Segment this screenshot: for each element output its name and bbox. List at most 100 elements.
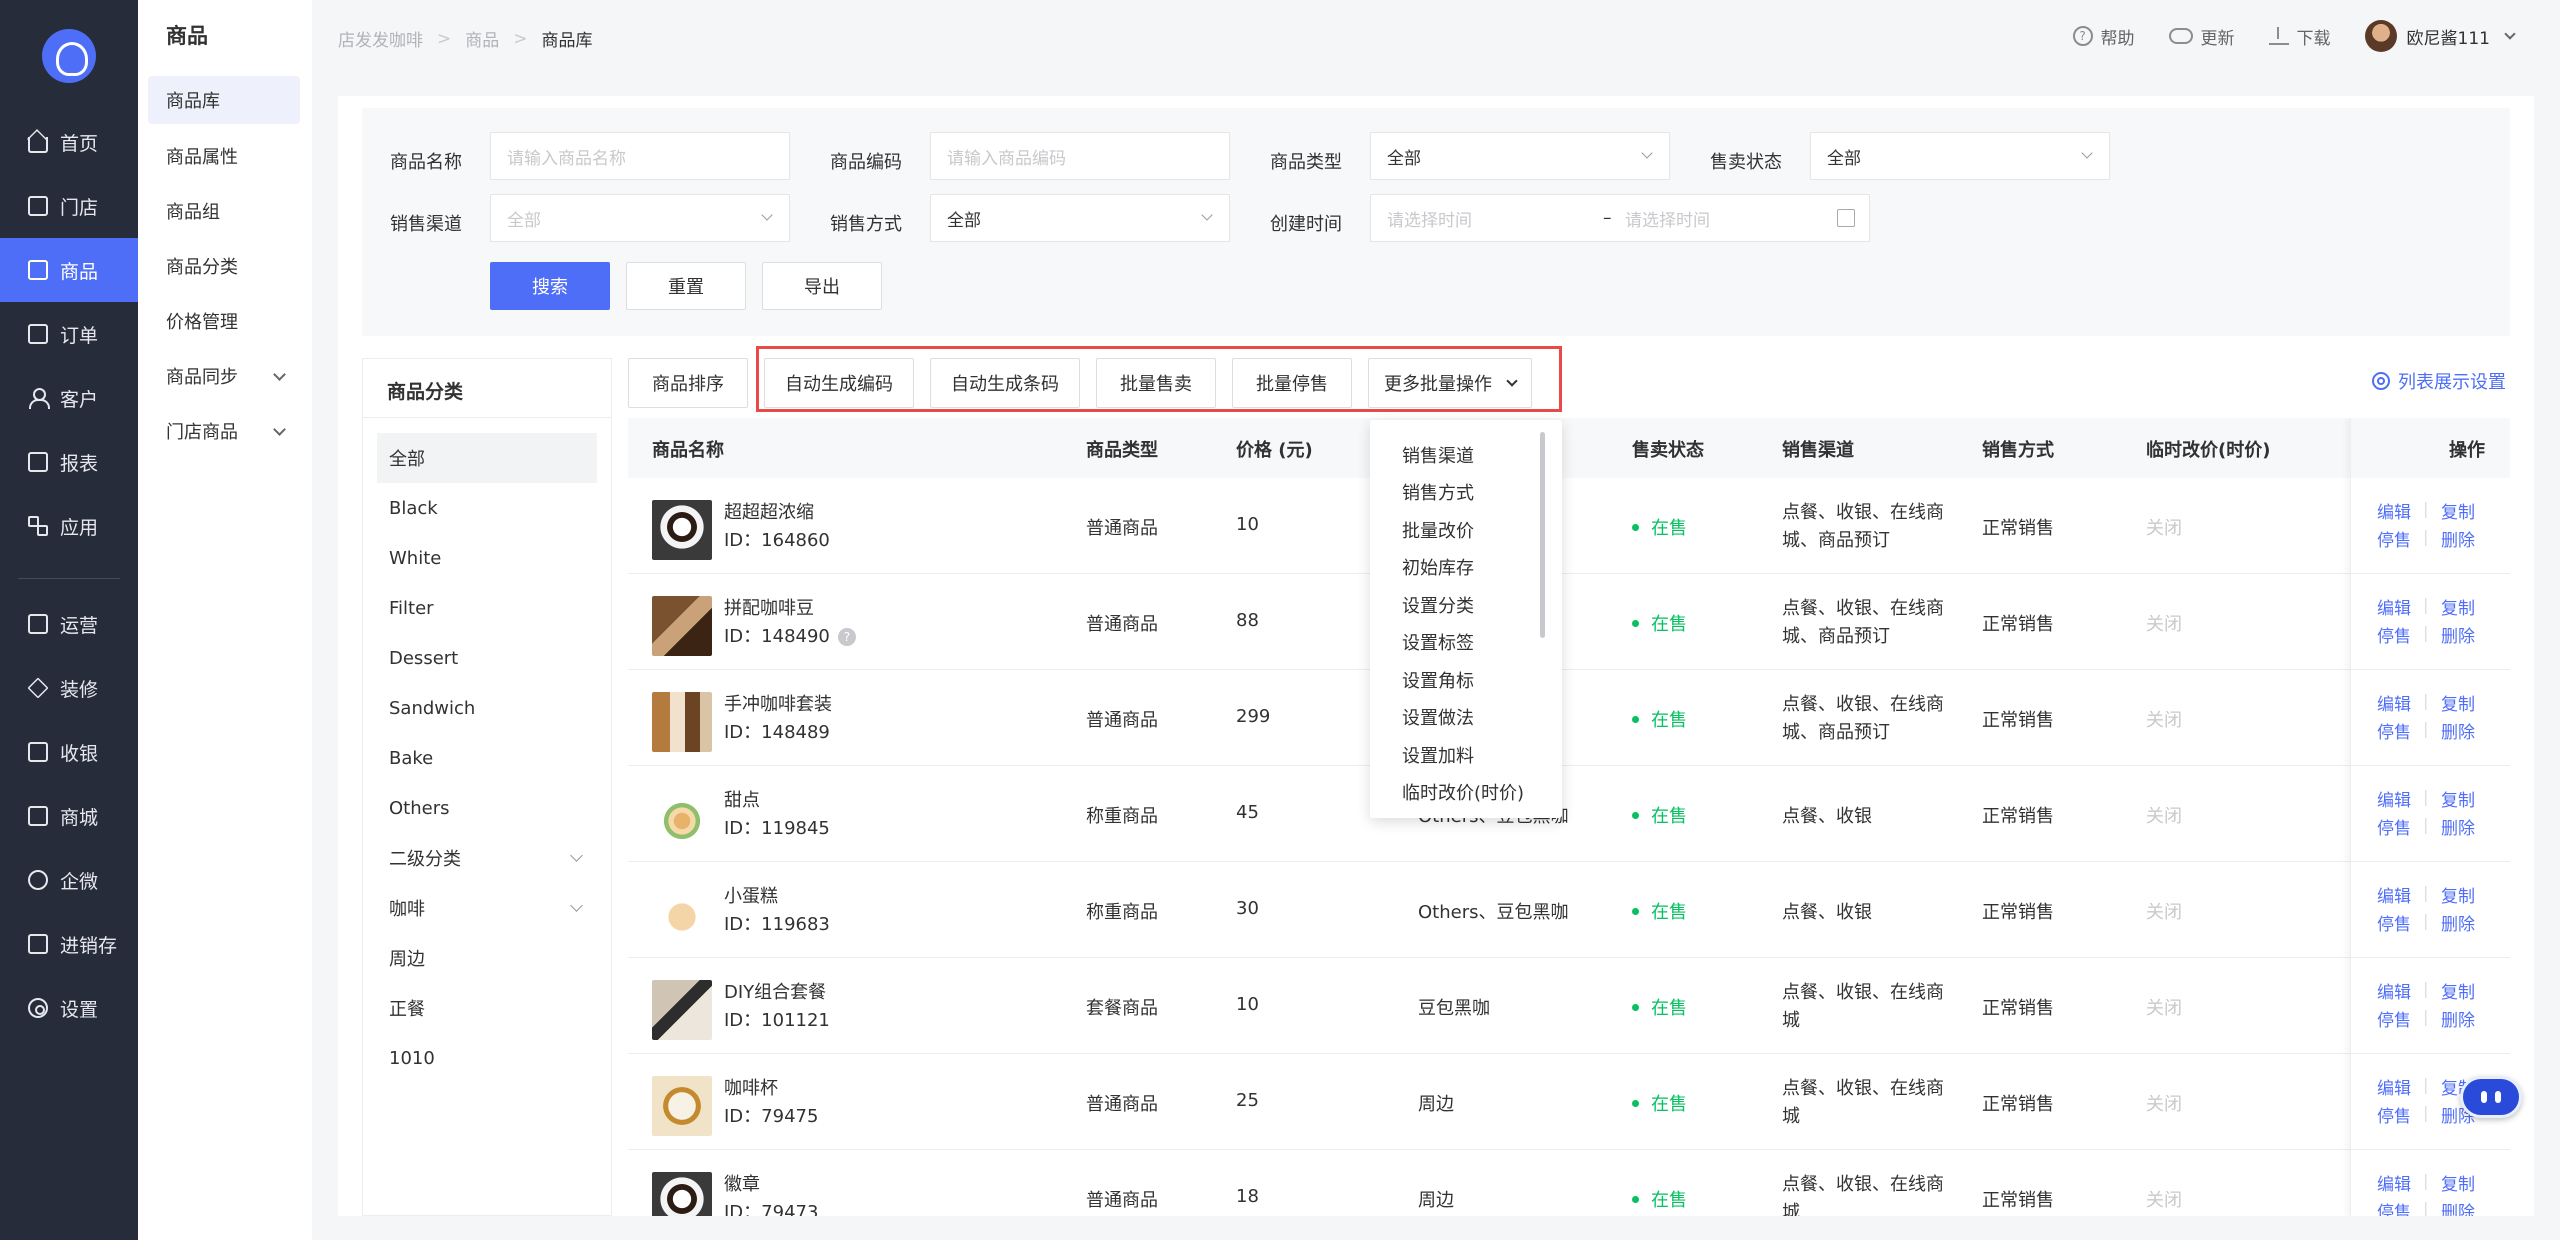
- auto-generate-code-button[interactable]: 自动生成编码: [764, 358, 914, 408]
- category-item[interactable]: White: [377, 533, 597, 583]
- app-logo[interactable]: [42, 29, 96, 83]
- export-button[interactable]: 导出: [762, 262, 882, 310]
- update-link[interactable]: 更新: [2168, 24, 2235, 49]
- product-code-input[interactable]: 请输入商品编码: [930, 132, 1230, 180]
- nav-customers[interactable]: 客户: [0, 366, 138, 430]
- assistant-robot-icon[interactable]: [2460, 1076, 2522, 1118]
- category-item[interactable]: Black: [377, 483, 597, 533]
- menu-item-set-method[interactable]: 设置做法: [1402, 704, 1474, 730]
- menu-item-set-tag[interactable]: 设置标签: [1402, 629, 1474, 655]
- help-icon[interactable]: ?: [837, 628, 856, 646]
- category-item[interactable]: 正餐: [377, 983, 597, 1033]
- copy-link[interactable]: 复制: [2441, 594, 2475, 619]
- copy-link[interactable]: 复制: [2441, 1170, 2475, 1195]
- stop-sale-link[interactable]: 停售: [2377, 1198, 2411, 1216]
- subnav-store-products[interactable]: 门店商品: [148, 407, 300, 455]
- delete-link[interactable]: 删除: [2441, 1198, 2475, 1216]
- product-name-input[interactable]: 请输入商品名称: [490, 132, 790, 180]
- subnav-product-categories[interactable]: 商品分类: [148, 242, 300, 290]
- subnav-price-management[interactable]: 价格管理: [148, 297, 300, 345]
- copy-link[interactable]: 复制: [2441, 498, 2475, 523]
- stop-sale-link[interactable]: 停售: [2377, 1102, 2411, 1127]
- more-batch-actions-button[interactable]: 更多批量操作: [1368, 358, 1532, 408]
- category-item[interactable]: Sandwich: [377, 683, 597, 733]
- column-settings-link[interactable]: 列表展示设置: [2372, 368, 2506, 394]
- category-item[interactable]: Others: [377, 783, 597, 833]
- stop-sale-link[interactable]: 停售: [2377, 910, 2411, 935]
- category-item[interactable]: Bake: [377, 733, 597, 783]
- nav-orders[interactable]: 订单: [0, 302, 138, 366]
- menu-item-set-badge[interactable]: 设置角标: [1402, 667, 1474, 693]
- product-sort-button[interactable]: 商品排序: [628, 358, 748, 408]
- edit-link[interactable]: 编辑: [2377, 594, 2411, 619]
- subnav-product-sync[interactable]: 商品同步: [148, 352, 300, 400]
- stop-sale-link[interactable]: 停售: [2377, 622, 2411, 647]
- nav-reports[interactable]: 报表: [0, 430, 138, 494]
- batch-sell-button[interactable]: 批量售卖: [1096, 358, 1216, 408]
- subnav-product-groups[interactable]: 商品组: [148, 187, 300, 235]
- edit-link[interactable]: 编辑: [2377, 978, 2411, 1003]
- search-button[interactable]: 搜索: [490, 262, 610, 310]
- menu-item-temp-price[interactable]: 临时改价(时价): [1402, 779, 1524, 805]
- delete-link[interactable]: 删除: [2441, 622, 2475, 647]
- edit-link[interactable]: 编辑: [2377, 1074, 2411, 1099]
- menu-item-set-category[interactable]: 设置分类: [1402, 592, 1474, 618]
- category-item[interactable]: Dessert: [377, 633, 597, 683]
- reset-button[interactable]: 重置: [626, 262, 746, 310]
- batch-stop-button[interactable]: 批量停售: [1232, 358, 1352, 408]
- breadcrumb-item[interactable]: 店发发咖啡: [338, 26, 423, 51]
- stop-sale-link[interactable]: 停售: [2377, 718, 2411, 743]
- delete-link[interactable]: 删除: [2441, 526, 2475, 551]
- help-link[interactable]: ? 帮助: [2072, 24, 2135, 49]
- nav-apps[interactable]: 应用: [0, 494, 138, 558]
- menu-item-sales-method[interactable]: 销售方式: [1402, 479, 1474, 505]
- category-item-expandable[interactable]: 咖啡: [377, 883, 597, 933]
- stop-sale-link[interactable]: 停售: [2377, 814, 2411, 839]
- nav-home[interactable]: 首页: [0, 110, 138, 174]
- product-type-select[interactable]: 全部: [1370, 132, 1670, 180]
- breadcrumb-item[interactable]: 商品: [465, 26, 499, 51]
- delete-link[interactable]: 删除: [2441, 814, 2475, 839]
- delete-link[interactable]: 删除: [2441, 910, 2475, 935]
- category-item[interactable]: Filter: [377, 583, 597, 633]
- menu-item-set-addon[interactable]: 设置加料: [1402, 742, 1474, 768]
- nav-wecom[interactable]: 企微: [0, 848, 138, 912]
- copy-link[interactable]: 复制: [2441, 882, 2475, 907]
- edit-link[interactable]: 编辑: [2377, 786, 2411, 811]
- category-item[interactable]: 全部: [377, 433, 597, 483]
- menu-item-batch-price[interactable]: 批量改价: [1402, 517, 1474, 543]
- auto-generate-barcode-button[interactable]: 自动生成条码: [930, 358, 1080, 408]
- stop-sale-link[interactable]: 停售: [2377, 526, 2411, 551]
- delete-link[interactable]: 删除: [2441, 1006, 2475, 1031]
- menu-scrollbar[interactable]: [1540, 432, 1545, 638]
- nav-products[interactable]: 商品: [0, 238, 138, 302]
- nav-cashier[interactable]: 收银: [0, 720, 138, 784]
- category-item[interactable]: 周边: [377, 933, 597, 983]
- menu-item-initial-stock[interactable]: 初始库存: [1402, 554, 1474, 580]
- stop-sale-link[interactable]: 停售: [2377, 1006, 2411, 1031]
- edit-link[interactable]: 编辑: [2377, 498, 2411, 523]
- copy-link[interactable]: 复制: [2441, 786, 2475, 811]
- edit-link[interactable]: 编辑: [2377, 690, 2411, 715]
- edit-link[interactable]: 编辑: [2377, 882, 2411, 907]
- copy-link[interactable]: 复制: [2441, 978, 2475, 1003]
- nav-settings[interactable]: 设置: [0, 976, 138, 1040]
- download-link[interactable]: 下载: [2268, 24, 2331, 49]
- subnav-product-library[interactable]: 商品库: [148, 76, 300, 124]
- category-item[interactable]: 1010: [377, 1033, 597, 1083]
- nav-store[interactable]: 门店: [0, 174, 138, 238]
- user-menu[interactable]: 欧尼酱111: [2364, 20, 2516, 52]
- date-range-input[interactable]: 请选择时间 – 请选择时间: [1370, 194, 1870, 242]
- edit-link[interactable]: 编辑: [2377, 1170, 2411, 1195]
- copy-link[interactable]: 复制: [2441, 690, 2475, 715]
- sale-status-select[interactable]: 全部: [1810, 132, 2110, 180]
- nav-mall[interactable]: 商城: [0, 784, 138, 848]
- nav-operations[interactable]: 运营: [0, 592, 138, 656]
- sales-method-select[interactable]: 全部: [930, 194, 1230, 242]
- nav-decoration[interactable]: 装修: [0, 656, 138, 720]
- nav-inventory[interactable]: 进销存: [0, 912, 138, 976]
- subnav-product-attributes[interactable]: 商品属性: [148, 132, 300, 180]
- delete-link[interactable]: 删除: [2441, 718, 2475, 743]
- category-item-expandable[interactable]: 二级分类: [377, 833, 597, 883]
- menu-item-sales-channel[interactable]: 销售渠道: [1402, 442, 1474, 468]
